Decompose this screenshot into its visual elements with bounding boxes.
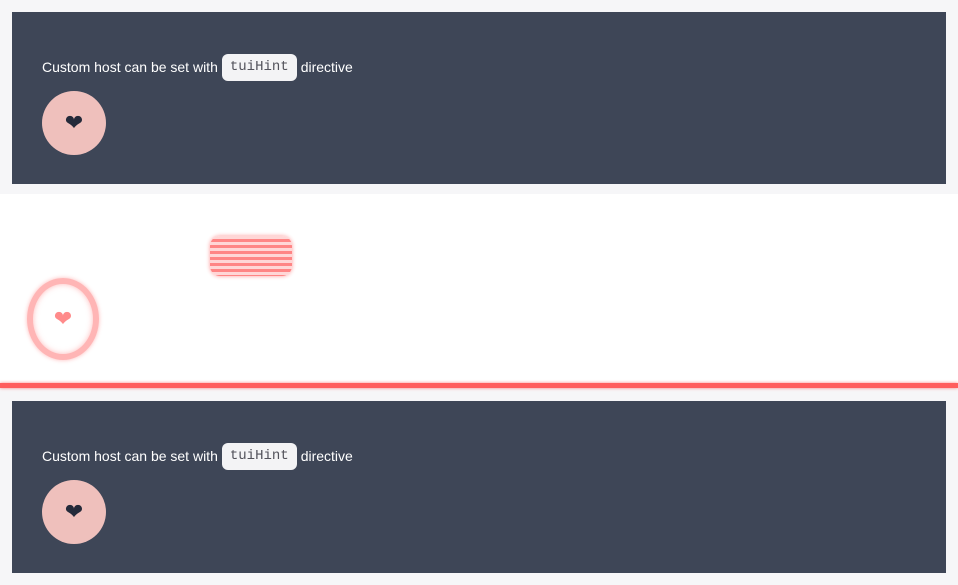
demo-panel-bottom: Custom host can be set with tuiHint dire… [12, 401, 946, 573]
code-tuihint: tuiHint [221, 53, 297, 81]
heart-button[interactable]: ❤ [42, 480, 106, 544]
diff-divider [0, 383, 958, 388]
heart-icon: ❤ [53, 306, 73, 331]
code-tuihint: tuiHint [221, 442, 297, 470]
heart-icon: ❤ [64, 110, 84, 135]
caption-text-after: directive [300, 448, 353, 464]
diff-overlay-area [0, 194, 958, 388]
ghost-heart-button: ❤ [27, 278, 99, 360]
demo-panel-top: Custom host can be set with tuiHint dire… [12, 12, 946, 184]
caption-text-before: Custom host can be set with [42, 448, 218, 464]
caption-text-after: directive [300, 59, 353, 75]
heart-button[interactable]: ❤ [42, 91, 106, 155]
heart-icon: ❤ [64, 499, 84, 524]
demo-caption: Custom host can be set with tuiHint dire… [42, 53, 353, 81]
ghost-hint-overlay [210, 236, 292, 276]
demo-caption: Custom host can be set with tuiHint dire… [42, 442, 353, 470]
caption-text-before: Custom host can be set with [42, 59, 218, 75]
